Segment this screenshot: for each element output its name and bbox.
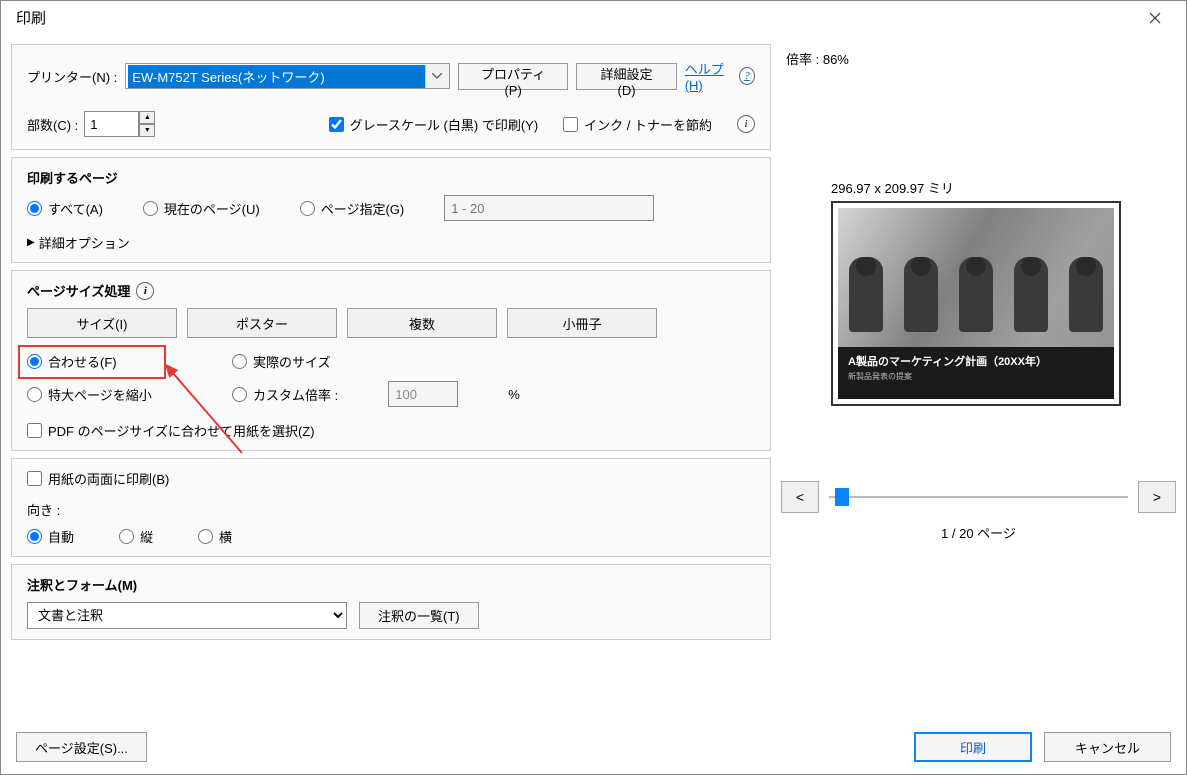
copies-spinbox[interactable]: ▲ ▼ [84, 111, 155, 137]
pages-current-radio[interactable]: 現在のページ(U) [143, 199, 260, 218]
printer-select[interactable]: EW-M752T Series(ネットワーク) [125, 63, 450, 89]
actual-size-radio[interactable]: 実際のサイズ [232, 352, 331, 371]
tab-poster[interactable]: ポスター [187, 308, 337, 338]
preview-doc-subtitle: 新製品発表の提案 [848, 371, 1104, 382]
grayscale-checkbox[interactable]: グレースケール (白黒) で印刷(Y) [329, 115, 539, 134]
triangle-right-icon: ▶ [27, 237, 35, 248]
chevron-down-icon [425, 64, 449, 88]
properties-button[interactable]: プロパティ(P) [458, 63, 569, 90]
dialog-title: 印刷 [16, 7, 46, 28]
pages-range-radio[interactable]: ページ指定(G) [300, 199, 405, 218]
copies-down-button[interactable]: ▼ [139, 124, 155, 137]
prev-page-button[interactable]: < [781, 481, 819, 513]
comments-summary-button[interactable]: 注釈の一覧(T) [359, 602, 479, 629]
next-page-button[interactable]: > [1138, 481, 1176, 513]
info-icon[interactable]: i [737, 115, 755, 133]
copies-up-button[interactable]: ▲ [139, 111, 155, 124]
info-icon[interactable]: i [136, 282, 154, 300]
comments-section-title: 注釈とフォーム(M) [27, 575, 755, 594]
paper-match-checkbox[interactable]: PDF のページサイズに合わせて用紙を選択(Z) [27, 421, 755, 440]
tab-booklet[interactable]: 小冊子 [507, 308, 657, 338]
page-setup-button[interactable]: ページ設定(S)... [16, 732, 147, 762]
advanced-settings-button[interactable]: 詳細設定(D) [576, 63, 676, 90]
slider-thumb[interactable] [835, 488, 849, 506]
scale-label: 倍率 : 86% [786, 49, 1176, 68]
duplex-checkbox[interactable]: 用紙の両面に印刷(B) [27, 469, 755, 488]
page-slider[interactable] [829, 482, 1128, 512]
save-ink-checkbox[interactable]: インク / トナーを節約 [563, 115, 712, 134]
preview-image: A製品のマーケティング計画（20XX年） 新製品発表の提案 [838, 208, 1114, 399]
print-preview: A製品のマーケティング計画（20XX年） 新製品発表の提案 [831, 201, 1121, 406]
printer-value: EW-M752T Series(ネットワーク) [128, 65, 425, 88]
cancel-button[interactable]: キャンセル [1044, 732, 1171, 762]
print-button[interactable]: 印刷 [914, 732, 1032, 762]
orientation-label: 向き : [27, 500, 755, 519]
help-link[interactable]: ヘルプ(H) ? [685, 59, 755, 93]
pages-all-radio[interactable]: すべて(A) [27, 199, 103, 218]
custom-scale-input[interactable] [388, 381, 458, 407]
titlebar: 印刷 [1, 1, 1186, 34]
comments-select[interactable]: 文書と注釈 [27, 602, 347, 629]
copies-input[interactable] [84, 111, 139, 137]
shrink-radio[interactable]: 特大ページを縮小 [27, 385, 182, 404]
print-dialog: 印刷 プリンター(N) : EW-M752T Series(ネットワーク) [0, 0, 1187, 775]
pages-section-title: 印刷するページ [27, 168, 755, 187]
more-options-disclosure[interactable]: ▶ 詳細オプション [27, 233, 755, 252]
help-icon: ? [739, 67, 755, 85]
close-icon [1149, 12, 1161, 24]
orient-portrait-radio[interactable]: 縦 [119, 527, 153, 546]
preview-dimensions: 296.97 x 209.97 ミリ [831, 178, 1176, 197]
preview-doc-title: A製品のマーケティング計画（20XX年） [848, 353, 1104, 369]
page-range-input[interactable] [444, 195, 654, 221]
pagesize-section-title: ページサイズ処理 i [27, 281, 755, 300]
tab-size[interactable]: サイズ(I) [27, 308, 177, 338]
page-counter: 1 / 20 ページ [781, 523, 1176, 542]
close-button[interactable] [1132, 3, 1178, 33]
orient-landscape-radio[interactable]: 横 [198, 527, 232, 546]
copies-label: 部数(C) : [27, 115, 78, 134]
tab-multiple[interactable]: 複数 [347, 308, 497, 338]
printer-label: プリンター(N) : [27, 67, 117, 86]
orient-auto-radio[interactable]: 自動 [27, 527, 74, 546]
custom-scale-radio[interactable]: カスタム倍率 : [232, 385, 338, 404]
fit-radio[interactable]: 合わせる(F) [27, 352, 182, 371]
